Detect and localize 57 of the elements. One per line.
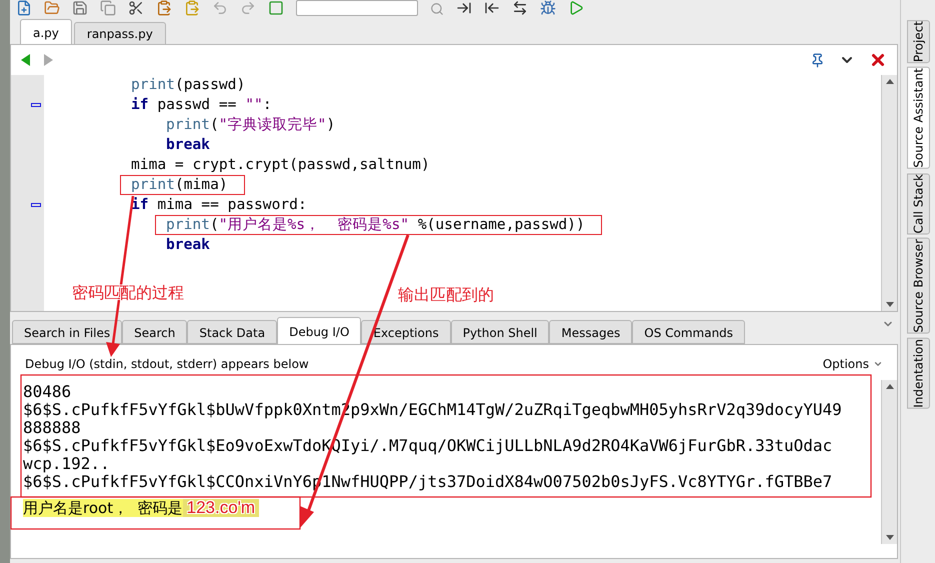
code-line: break [166,137,210,153]
outdent-icon[interactable] [484,0,500,16]
panel-tab[interactable]: Search in Files [12,320,122,344]
annotation-label: 输出匹配到的 [398,284,494,306]
panel-tab[interactable]: Exceptions [361,320,451,344]
back-icon[interactable] [21,54,30,66]
fold-marker-icon[interactable] [31,103,41,107]
run-icon[interactable] [568,0,584,16]
paste-icon[interactable] [156,0,172,16]
output-line: 888888 [23,419,81,437]
swap-icon[interactable] [512,0,528,16]
close-icon[interactable] [869,51,887,69]
indent-icon[interactable] [456,0,472,16]
password-text: 123.co'm [182,499,260,517]
side-tab[interactable]: Source Assistant [906,67,930,169]
panel-tab[interactable]: OS Commands [632,320,746,344]
code-line: print("用户名是%s， 密码是%s" %(username,passwd)) [166,217,585,233]
debug-caption: Debug I/O (stdin, stdout, stderr) appears below [25,356,309,373]
side-tab[interactable]: Project [906,20,930,64]
panel-tab[interactable]: Stack Data [187,320,278,344]
panel-tab[interactable]: Debug I/O [277,317,362,344]
pin-icon[interactable] [810,52,825,68]
caret-icon [873,359,883,369]
search-field[interactable] [296,0,418,16]
clipboard-icon[interactable] [184,0,200,16]
side-tab[interactable]: Source Browser [906,238,930,334]
code-line: print(passwd) [131,77,246,93]
redo-icon[interactable] [240,0,256,16]
panel-tab[interactable]: Messages [549,320,632,344]
copy-icon[interactable] [100,0,116,16]
options-menu[interactable]: Options [822,355,883,373]
fold-marker-icon[interactable] [31,203,41,207]
panel-tab[interactable]: Search [122,320,188,344]
code-line: if mima == password: [131,197,307,213]
code-line: print("字典读取完毕") [166,117,336,133]
code-line: print(mima) [131,177,228,193]
scrollbar[interactable] [881,75,897,311]
save-icon[interactable] [72,0,88,16]
folder-icon[interactable] [44,0,60,16]
forward-icon[interactable] [44,54,53,66]
panel-tab[interactable]: Python Shell [450,320,550,344]
annotation-label: 密码匹配的过程 [72,282,184,304]
output-line: 80486 [23,383,72,401]
code-line: break [166,237,210,253]
new-file-icon[interactable] [16,0,32,16]
side-tab[interactable]: Indentation [906,338,930,409]
code-line: if passwd == "": [131,97,272,113]
side-tab[interactable]: Call Stack [906,172,930,234]
editor-tab[interactable]: ranpass.py [74,22,166,44]
output-line: wcp.192.. [23,455,110,473]
undo-icon[interactable] [212,0,228,16]
search-icon[interactable] [430,2,444,16]
cut-icon[interactable] [128,0,144,16]
bug-icon[interactable] [540,0,556,16]
scrollbar[interactable] [881,380,897,544]
code-line: mima = crypt.crypt(passwd,saltnum) [131,157,430,173]
editor-tab[interactable]: a.py [20,19,72,44]
